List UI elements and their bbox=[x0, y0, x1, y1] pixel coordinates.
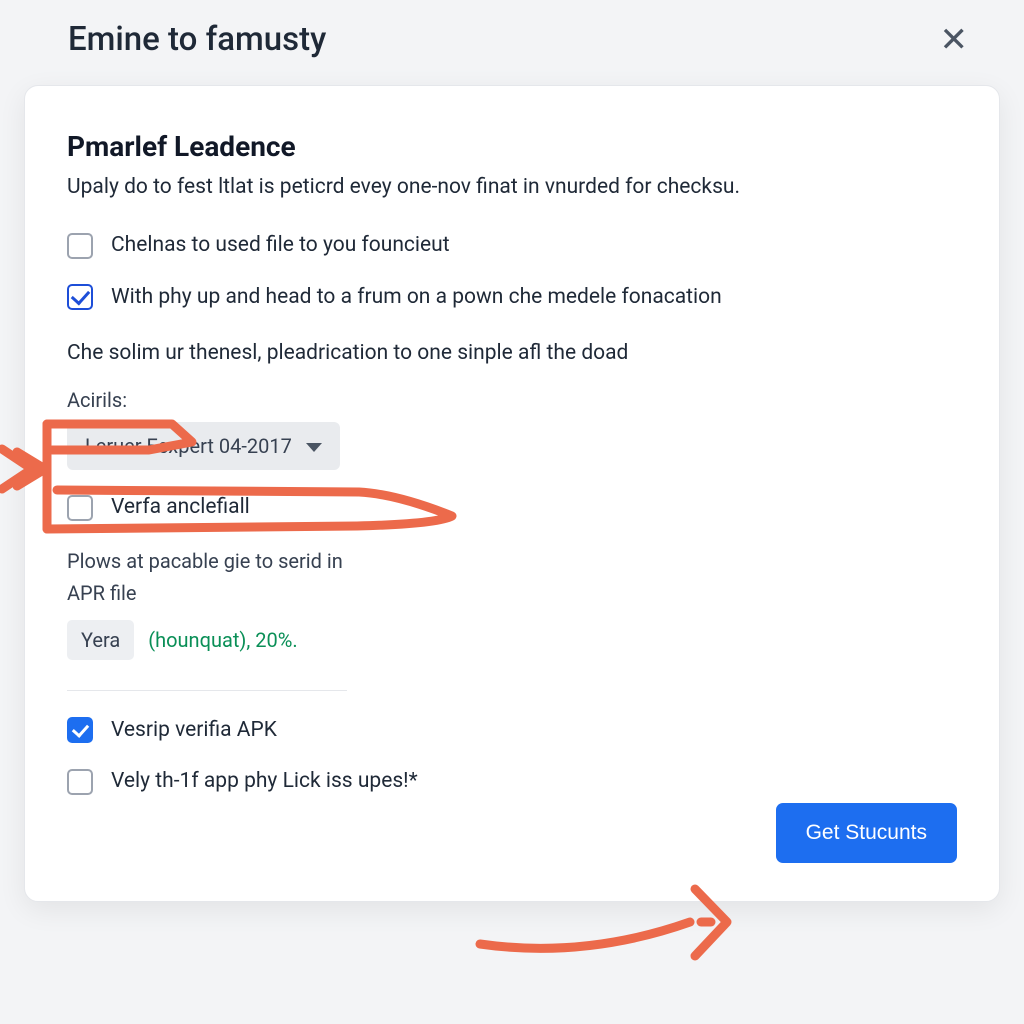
divider bbox=[67, 690, 347, 691]
plows-line2: APR file bbox=[67, 578, 957, 608]
section-title: Pmarlef Leadence bbox=[67, 130, 957, 163]
acirils-select-value: Leruer Eexpert 04-2017 bbox=[85, 434, 292, 458]
primary-button-label: Get Stucunts bbox=[806, 821, 927, 844]
checkbox-option5[interactable] bbox=[67, 769, 93, 795]
plows-line1: Plows at pacable gie to serid in bbox=[67, 546, 957, 576]
yera-green-text: (hounquat), 20%. bbox=[148, 628, 297, 652]
option-row-3: Verfa anclefiall bbox=[67, 494, 957, 521]
section-subtitle: Upaly do to fest ltlat is peticrd evey o… bbox=[67, 173, 957, 202]
option4-label: Vesrip verifia APK bbox=[111, 717, 277, 744]
yera-pill[interactable]: Yera bbox=[67, 620, 134, 660]
option1-label: Chelnas to used file to you founcieut bbox=[111, 232, 450, 259]
dialog-header: Emine to famusty ✕ bbox=[0, 0, 1024, 73]
checkbox-option3[interactable] bbox=[67, 495, 93, 521]
option5-label: Vely th-1f app phy Lick iss upes!* bbox=[111, 768, 418, 795]
option-row-2: With phy up and head to a frum on a pown… bbox=[67, 284, 957, 311]
chevron-down-icon bbox=[306, 443, 322, 452]
acirils-select[interactable]: Leruer Eexpert 04-2017 bbox=[67, 422, 340, 470]
option-row-5: Vely th-1f app phy Lick iss upes!* bbox=[67, 768, 957, 795]
option3-label: Verfa anclefiall bbox=[111, 494, 250, 521]
helper-text: Che solim ur thenesl, pleadrication to o… bbox=[67, 339, 957, 368]
option-row-1: Chelnas to used file to you founcieut bbox=[67, 232, 957, 259]
dialog-title: Emine to famusty bbox=[68, 20, 326, 59]
option2-label: With phy up and head to a frum on a pown… bbox=[111, 284, 722, 311]
checkbox-option2[interactable] bbox=[67, 284, 93, 310]
annotation-arrow-to-button bbox=[465, 874, 785, 974]
get-stucunts-button[interactable]: Get Stucunts bbox=[776, 803, 957, 863]
close-icon[interactable]: ✕ bbox=[940, 23, 969, 57]
dialog-card: Pmarlef Leadence Upaly do to fest ltlat … bbox=[24, 85, 1000, 902]
checkbox-option4[interactable] bbox=[67, 717, 93, 743]
option-row-4: Vesrip verifia APK bbox=[67, 717, 957, 744]
checkbox-option1[interactable] bbox=[67, 233, 93, 259]
yera-row: Yera (hounquat), 20%. bbox=[67, 620, 957, 660]
acirils-label: Acirils: bbox=[67, 388, 957, 412]
